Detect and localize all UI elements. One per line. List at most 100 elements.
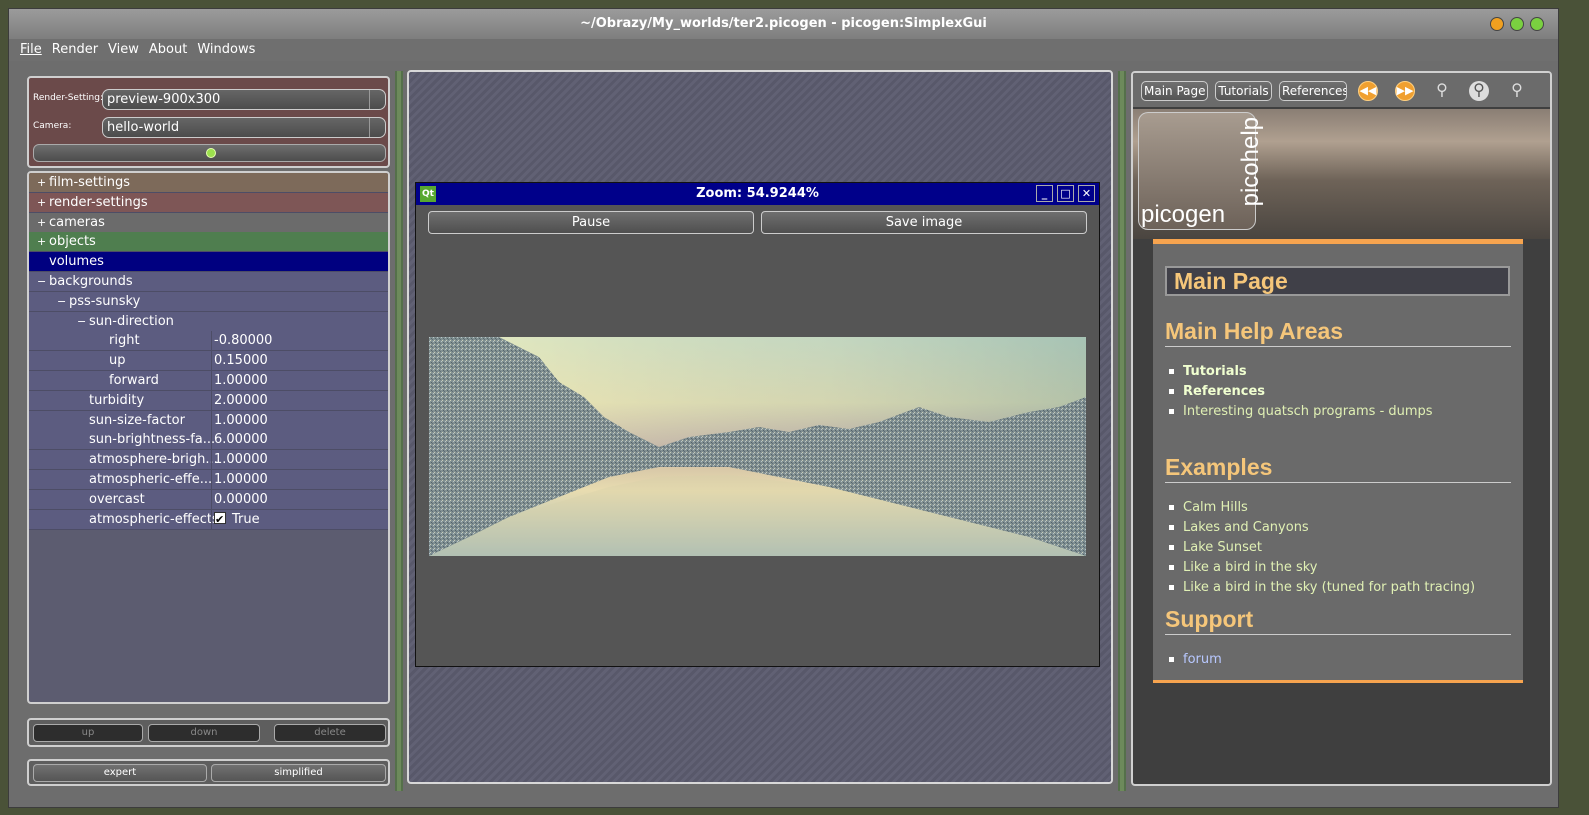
tree-item-label: up xyxy=(109,353,126,369)
tree-row[interactable]: up 0.15000 xyxy=(29,351,388,372)
up-button[interactable]: up xyxy=(33,724,143,742)
render-setting-combo[interactable]: preview-900x300 xyxy=(102,89,386,110)
window-minimize-icon[interactable] xyxy=(1490,17,1504,31)
dropdown-arrow-icon[interactable] xyxy=(369,118,385,137)
expand-toggle-icon[interactable]: + xyxy=(37,213,46,232)
tree-row[interactable]: turbidity 2.00000 xyxy=(29,390,388,411)
render-progress-slider[interactable] xyxy=(33,144,386,162)
render-setting-label: Render-Setting: xyxy=(33,93,103,103)
checkbox-icon[interactable] xyxy=(214,510,226,529)
tutorials-button[interactable]: Tutorials xyxy=(1215,81,1272,101)
tree-item-value[interactable]: 6.00000 xyxy=(211,430,388,450)
pause-button[interactable]: Pause xyxy=(428,211,754,234)
tree-item-label: right xyxy=(109,333,140,349)
tree-item-value[interactable]: 0.00000 xyxy=(211,489,388,509)
menu-windows[interactable]: Windows xyxy=(192,39,260,61)
tree-item-value-text: -0.80000 xyxy=(214,333,273,349)
tree-item-value-text: 0.15000 xyxy=(214,353,268,369)
main-page-button[interactable]: Main Page xyxy=(1141,81,1208,101)
tree-item-value-text: 0.00000 xyxy=(214,491,268,507)
expert-button[interactable]: expert xyxy=(33,764,207,782)
example-link[interactable]: Like a bird in the sky (tuned for path t… xyxy=(1168,580,1475,595)
right-splitter[interactable] xyxy=(1118,71,1126,791)
tree-row[interactable]: + objects xyxy=(29,232,388,253)
menu-render[interactable]: Render xyxy=(47,39,103,61)
tree-row[interactable]: + render-settings xyxy=(29,192,388,213)
expand-toggle-icon[interactable]: + xyxy=(37,173,46,192)
tree-item-value[interactable]: 0.15000 xyxy=(211,351,388,371)
window-title-bar: ~/Obrazy/My_worlds/ter2.picogen - picoge… xyxy=(9,9,1558,39)
zoom-in-icon[interactable]: ⚲ xyxy=(1507,81,1527,101)
tree-row[interactable]: right -0.80000 xyxy=(29,331,388,352)
menu-view[interactable]: View xyxy=(103,39,144,61)
tree-row[interactable]: − backgrounds xyxy=(29,272,388,292)
expand-toggle-icon[interactable]: − xyxy=(37,272,46,291)
tree-item-label: backgrounds xyxy=(49,274,133,289)
tree-row[interactable]: overcast 0.00000 xyxy=(29,489,388,510)
maximize-icon[interactable]: □ xyxy=(1057,185,1074,202)
expand-toggle-icon[interactable]: + xyxy=(37,193,46,212)
tree-item-label: render-settings xyxy=(49,194,148,210)
tree-row[interactable]: + cameras xyxy=(29,212,388,233)
menu-about[interactable]: About xyxy=(144,39,192,61)
tree-row[interactable]: atmospheric-effe... 1.00000 xyxy=(29,470,388,490)
tree-item-value[interactable]: 1.00000 xyxy=(211,371,388,390)
expand-toggle-icon[interactable]: − xyxy=(57,292,66,311)
tree-item-label: turbidity xyxy=(89,392,145,408)
window-close-icon[interactable] xyxy=(1530,17,1544,31)
dropdown-arrow-icon[interactable] xyxy=(369,90,385,109)
forward-arrow-icon[interactable]: ▶▶ xyxy=(1395,81,1415,101)
tree-row[interactable]: atmosphere-brigh... 1.00000 xyxy=(29,450,388,471)
forum-link[interactable]: forum xyxy=(1169,652,1222,667)
delete-button[interactable]: delete xyxy=(274,724,386,742)
expand-toggle-icon[interactable]: + xyxy=(37,232,46,251)
simplified-button[interactable]: simplified xyxy=(211,764,386,782)
tree-row[interactable]: − pss-sunsky xyxy=(29,291,388,312)
window-maximize-icon[interactable] xyxy=(1510,17,1524,31)
zoom-out-icon[interactable]: ⚲ xyxy=(1432,81,1452,101)
references-button[interactable]: References xyxy=(1279,81,1347,101)
menu-file[interactable]: File xyxy=(15,39,47,61)
tree-row[interactable]: − sun-direction xyxy=(29,311,388,332)
tree-item-value[interactable]: 1.00000 xyxy=(211,470,388,489)
tree-row[interactable]: forward 1.00000 xyxy=(29,371,388,391)
slider-handle-icon[interactable] xyxy=(206,148,216,158)
minimize-icon[interactable]: _ xyxy=(1036,185,1053,202)
tree-item-value[interactable]: 1.00000 xyxy=(211,450,388,470)
tree-row[interactable]: sun-size-factor 1.00000 xyxy=(29,410,388,431)
example-link[interactable]: Like a bird in the sky xyxy=(1169,560,1318,575)
tree-item-label: sun-size-factor xyxy=(89,412,185,428)
tree-item-label: sun-direction xyxy=(89,313,174,329)
tree-row[interactable]: + film-settings xyxy=(29,173,388,193)
tree-row[interactable]: sun-brightness-fa... 6.00000 xyxy=(29,430,388,451)
help-browser: Main Page Tutorials References ◀◀ ▶▶ ⚲ ⚲… xyxy=(1131,71,1552,786)
tree-item-value[interactable]: True xyxy=(211,509,388,529)
example-link[interactable]: Lake Sunset xyxy=(1168,540,1262,555)
zoom-reset-icon[interactable]: ⚲ xyxy=(1469,81,1489,101)
close-icon[interactable]: ✕ xyxy=(1078,185,1095,202)
scene-tree: + film-settings + render-settings + cameras + o… xyxy=(27,171,390,704)
banner-vertical-text: picohelp xyxy=(1237,117,1264,207)
tree-item-label: sun-brightness-fa... xyxy=(89,432,216,448)
help-link-references[interactable]: References xyxy=(1168,384,1265,399)
render-settings-panel: Render-Setting: preview-900x300 Camera: … xyxy=(27,76,390,168)
down-button[interactable]: down xyxy=(148,724,260,742)
help-link-tutorials[interactable]: Tutorials xyxy=(1169,364,1247,379)
example-link[interactable]: Calm Hills xyxy=(1169,500,1248,515)
expand-toggle-icon[interactable]: − xyxy=(77,312,86,331)
tree-item-value[interactable]: -0.80000 xyxy=(211,331,388,351)
tree-row[interactable]: atmospheric-effects True xyxy=(29,509,388,530)
camera-combo[interactable]: hello-world xyxy=(102,117,386,138)
window-title: ~/Obrazy/My_worlds/ter2.picogen - picoge… xyxy=(580,16,987,31)
help-link-quatsch[interactable]: Interesting quatsch programs - dumps xyxy=(1169,404,1433,419)
tree-item-label: atmospheric-effe... xyxy=(89,472,213,487)
save-image-button[interactable]: Save image xyxy=(761,211,1087,234)
left-splitter[interactable] xyxy=(395,71,403,791)
back-arrow-icon[interactable]: ◀◀ xyxy=(1358,81,1378,101)
tree-item-value[interactable]: 2.00000 xyxy=(211,390,388,410)
example-link[interactable]: Lakes and Canyons xyxy=(1169,520,1309,535)
zoom-window-title-bar[interactable]: Qt Zoom: 54.9244% _ □ ✕ xyxy=(416,183,1099,205)
tree-row[interactable]: volumes xyxy=(29,252,388,273)
mode-button-bar: expert simplified xyxy=(27,759,390,786)
tree-item-value[interactable]: 1.00000 xyxy=(211,410,388,430)
